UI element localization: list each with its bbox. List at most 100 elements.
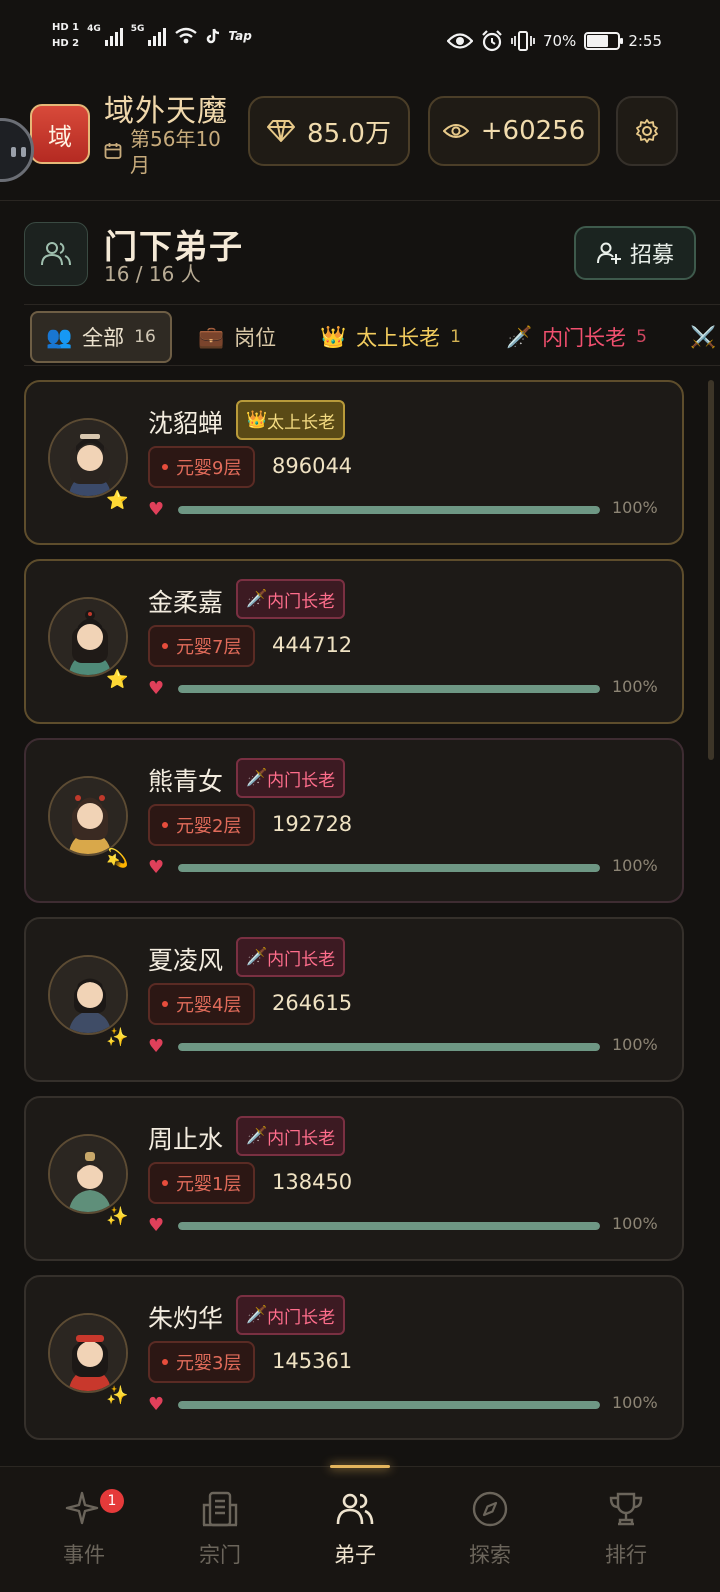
realm-label: 元婴2层 xyxy=(176,816,242,837)
vibrate-icon xyxy=(511,31,535,51)
network-type-2: 5G xyxy=(130,24,145,34)
disciple-name: 沈貂蝉 xyxy=(148,409,224,438)
nav-label: 宗门 xyxy=(199,1543,241,1567)
nav-label: 事件 xyxy=(63,1543,105,1567)
nav-sect[interactable]: 宗门 xyxy=(170,1489,270,1579)
realm-badge: 元婴4层 xyxy=(148,983,256,1025)
nav-disciples[interactable]: 弟子 xyxy=(305,1489,405,1579)
calendar-icon xyxy=(104,143,122,159)
bottom-navigation: 1 事件 宗门 弟子 探索 排行 xyxy=(0,1465,720,1592)
avatar xyxy=(48,1313,128,1393)
role-badge: 👑 太上长老 xyxy=(236,400,346,440)
realm-label: 元婴7层 xyxy=(176,637,242,658)
health-bar xyxy=(178,1222,600,1230)
avatar xyxy=(48,776,128,856)
trophy-icon xyxy=(609,1492,643,1526)
nav-explore[interactable]: 探索 xyxy=(440,1489,540,1579)
avatar xyxy=(48,1134,128,1214)
sect-date-text: 第56年10月 xyxy=(130,127,221,177)
tab-supreme-elder[interactable]: 👑 太上长老 1 xyxy=(306,311,475,363)
power-value: 896044 xyxy=(272,454,353,478)
power-value: 192728 xyxy=(272,812,353,836)
disciple-name: 朱灼华 xyxy=(148,1304,224,1333)
role-label: 内门长老 xyxy=(267,1307,336,1328)
building-icon xyxy=(202,1491,238,1527)
health-bar xyxy=(178,864,600,872)
settings-button[interactable] xyxy=(616,96,678,166)
alarm-icon xyxy=(482,30,502,52)
status-bar: HD 1 HD 2 4G 5G Tap 70% 2:55 xyxy=(0,0,720,80)
rank-sparkle-icon: 💫 xyxy=(106,848,129,869)
notification-badge: 1 xyxy=(100,1489,124,1513)
signal-2-icon xyxy=(148,26,167,46)
recruit-button[interactable]: 招募 xyxy=(574,226,696,280)
dagger-icon: 🗡️ xyxy=(246,589,268,609)
realm-badge: 元婴3层 xyxy=(148,1341,256,1383)
disciple-card[interactable]: 💫 熊青女 🗡️ 内门长老 元婴2层 192728 ♥ 100% xyxy=(24,738,684,903)
nav-ranking[interactable]: 排行 xyxy=(576,1489,676,1579)
realm-badge: 元婴9层 xyxy=(148,446,256,488)
crown-icon: 👑 xyxy=(246,410,268,430)
realm-label: 元婴4层 xyxy=(176,995,242,1016)
rank-sparkle-icon: ✨ xyxy=(106,1027,129,1048)
health-percent: 100% xyxy=(612,677,658,696)
role-label: 内门长老 xyxy=(267,591,336,612)
heart-icon: ♥ xyxy=(148,1394,165,1415)
disciple-card[interactable]: ⭐ 沈貂蝉 👑 太上长老 元婴9层 896044 ♥ 100% xyxy=(24,380,684,545)
tab-label: 全部 xyxy=(82,326,125,350)
realm-label: 元婴1层 xyxy=(176,1174,242,1195)
nav-events[interactable]: 1 事件 xyxy=(34,1489,134,1579)
disciple-card[interactable]: ✨ 朱灼华 🗡️ 内门长老 元婴3层 145361 ♥ 100% xyxy=(24,1275,684,1440)
nav-label: 排行 xyxy=(605,1543,647,1567)
role-label: 内门长老 xyxy=(267,770,336,791)
disciples-section-header: 门下弟子 16 / 16 人 招募 xyxy=(0,220,720,292)
health-bar xyxy=(178,1043,600,1051)
heart-icon: ♥ xyxy=(148,1215,165,1236)
tab-all[interactable]: 👥 全部 16 xyxy=(30,311,172,363)
app-screen: HD 1 HD 2 4G 5G Tap 70% 2:55 域 域外天魔 第56年… xyxy=(0,0,720,1592)
disciple-name: 金柔嘉 xyxy=(148,588,224,617)
nav-label: 弟子 xyxy=(334,1543,376,1567)
wifi-icon xyxy=(175,27,198,44)
tab-inner-elder[interactable]: 🗡️ 内门长老 5 xyxy=(492,311,661,363)
battery-icon xyxy=(584,32,624,50)
network-type-1: 4G xyxy=(87,24,101,34)
people-icon xyxy=(336,1493,374,1525)
sect-logo[interactable]: 域 xyxy=(30,104,90,164)
heart-icon: ♥ xyxy=(148,678,165,699)
role-badge: 🗡️ 内门长老 xyxy=(236,937,346,977)
tab-label: 内门长老 xyxy=(542,326,627,350)
rank-star-icon: ⭐ xyxy=(106,490,129,511)
tap-app-icon: Tap xyxy=(228,29,252,43)
sect-date: 第56年10月 xyxy=(104,126,228,178)
disciple-card[interactable]: ⭐ 金柔嘉 🗡️ 内门长老 元婴7层 444712 ♥ 100% xyxy=(24,559,684,724)
dagger-icon: 🗡️ xyxy=(246,1305,268,1325)
spirit-stones-value: 85.0万 xyxy=(307,118,391,149)
hd1-label: HD 1 xyxy=(52,22,80,33)
tab-label: 太上长老 xyxy=(356,326,441,350)
dagger-icon: 🗡️ xyxy=(246,768,268,788)
status-left: HD 1 HD 2 4G 5G Tap xyxy=(52,22,252,50)
role-badge: 🗡️ 内门长老 xyxy=(236,1116,346,1156)
crossed-swords-emoji-icon: ⚔️ xyxy=(690,324,717,349)
tab-next-partial[interactable]: ⚔️ xyxy=(676,311,720,363)
disciple-name: 熊青女 xyxy=(148,767,224,796)
heart-icon: ♥ xyxy=(148,1036,165,1057)
avatar xyxy=(48,955,128,1035)
health-percent: 100% xyxy=(612,1393,658,1412)
disciple-card[interactable]: ✨ 周止水 🗡️ 内门长老 元婴1层 138450 ♥ 100% xyxy=(24,1096,684,1261)
health-bar xyxy=(178,685,600,693)
tab-positions[interactable]: 💼 岗位 xyxy=(184,311,290,363)
nav-label: 探索 xyxy=(469,1543,511,1567)
spirit-stones-display[interactable]: 85.0万 xyxy=(248,96,410,166)
clock: 2:55 xyxy=(628,32,662,50)
list-scrollbar[interactable] xyxy=(708,380,714,760)
people-emoji-icon: 👥 xyxy=(46,324,73,349)
reputation-display[interactable]: +60256 xyxy=(428,96,600,166)
diamond-icon xyxy=(267,120,296,142)
tab-count: 16 xyxy=(134,327,156,347)
power-value: 138450 xyxy=(272,1170,353,1194)
disciple-card[interactable]: ✨ 夏凌风 🗡️ 内门长老 元婴4层 264615 ♥ 100% xyxy=(24,917,684,1082)
people-icon xyxy=(41,242,71,266)
realm-badge: 元婴1层 xyxy=(148,1162,256,1204)
